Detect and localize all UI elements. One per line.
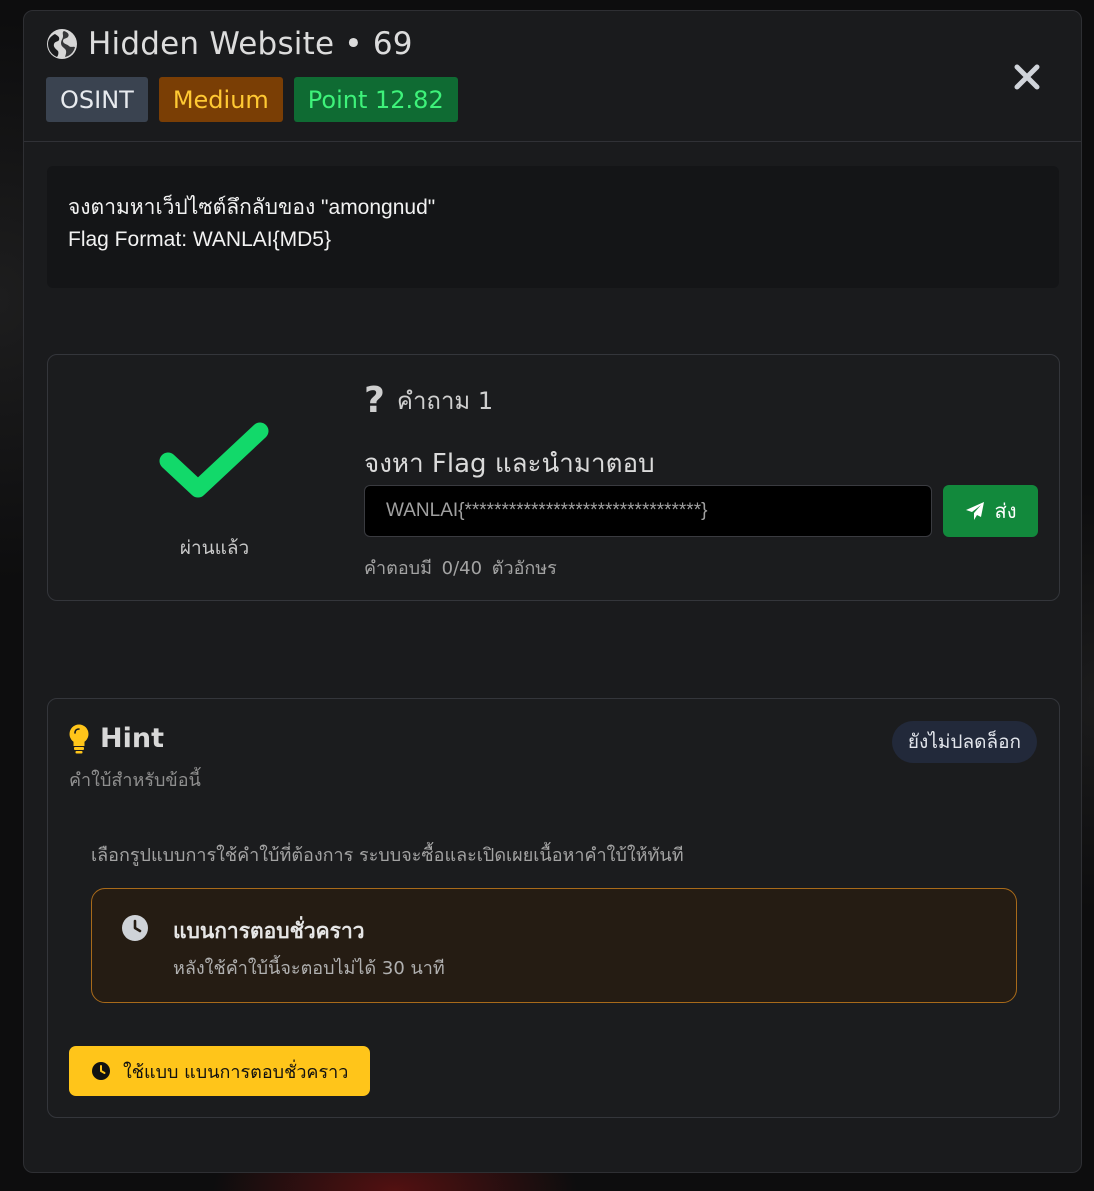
modal-header: Hidden Website • 69 OSINT Medium Point 1… xyxy=(24,11,1081,142)
use-hint-button[interactable]: ใช้แบบ แบนการตอบชั่วคราว xyxy=(69,1046,371,1096)
badge-row: OSINT Medium Point 12.82 xyxy=(46,77,1081,122)
globe-icon xyxy=(47,29,77,59)
question-icon: ? xyxy=(364,379,385,421)
close-icon[interactable] xyxy=(1013,63,1041,91)
challenge-title: Hidden Website • 69 xyxy=(88,26,413,62)
clock-icon xyxy=(122,915,148,941)
use-hint-label: ใช้แบบ แบนการตอบชั่วคราว xyxy=(123,1061,349,1083)
question-text: จงหา Flag และนำมาตอบ xyxy=(364,449,655,479)
hint-card: Hint คำใบ้สำหรับข้อนี้ ยังไม่ปลดล็อก เลื… xyxy=(47,698,1060,1118)
send-icon xyxy=(965,502,984,520)
plan-title: แบนการตอบชั่วคราว xyxy=(173,919,365,943)
title-row: Hidden Website • 69 xyxy=(46,25,1081,63)
challenge-description: จงตามหาเว็ปไซต์ลึกลับของ "amongnud" Flag… xyxy=(47,166,1059,288)
points-badge: Point 12.82 xyxy=(293,77,458,122)
question-label: คำถาม 1 xyxy=(396,387,494,415)
lightbulb-icon xyxy=(69,724,89,753)
question-card: ผ่านแล้ว ? คำถาม 1 จงหา Flag และนำมาตอบ … xyxy=(47,354,1060,601)
char-count: คำตอบมี 0/40 ตัวอักษร xyxy=(364,558,557,579)
question-heading: ? คำถาม 1 xyxy=(364,381,493,420)
challenge-modal: Hidden Website • 69 OSINT Medium Point 1… xyxy=(23,10,1082,1173)
lock-status-badge: ยังไม่ปลดล็อก xyxy=(891,721,1037,763)
submit-label: ส่ง xyxy=(994,499,1017,523)
hint-heading: Hint xyxy=(68,723,164,754)
description-line-1: จงตามหาเว็ปไซต์ลึกลับของ "amongnud" xyxy=(68,196,436,219)
passed-status: ผ่านแล้ว xyxy=(179,537,250,559)
answer-input[interactable]: WANLAI{********************************} xyxy=(364,485,932,537)
hint-instruction: เลือกรูปแบบการใช้คำใบ้ที่ต้องการ ระบบจะซ… xyxy=(91,845,684,866)
clock-icon xyxy=(92,1062,110,1080)
category-badge: OSINT xyxy=(46,77,148,122)
hint-plan-option[interactable]: แบนการตอบชั่วคราว หลังใช้คำใบ้นี้จะตอบไม… xyxy=(91,888,1017,1003)
submit-button[interactable]: ส่ง xyxy=(943,485,1038,537)
description-line-2: Flag Format: WANLAI{MD5} xyxy=(68,228,331,251)
hint-title: Hint xyxy=(100,723,164,754)
check-icon xyxy=(159,422,269,498)
hint-subtitle: คำใบ้สำหรับข้อนี้ xyxy=(69,770,201,791)
plan-description: หลังใช้คำใบ้นี้จะตอบไม่ได้ 30 นาที xyxy=(173,958,445,979)
difficulty-badge: Medium xyxy=(158,77,283,122)
